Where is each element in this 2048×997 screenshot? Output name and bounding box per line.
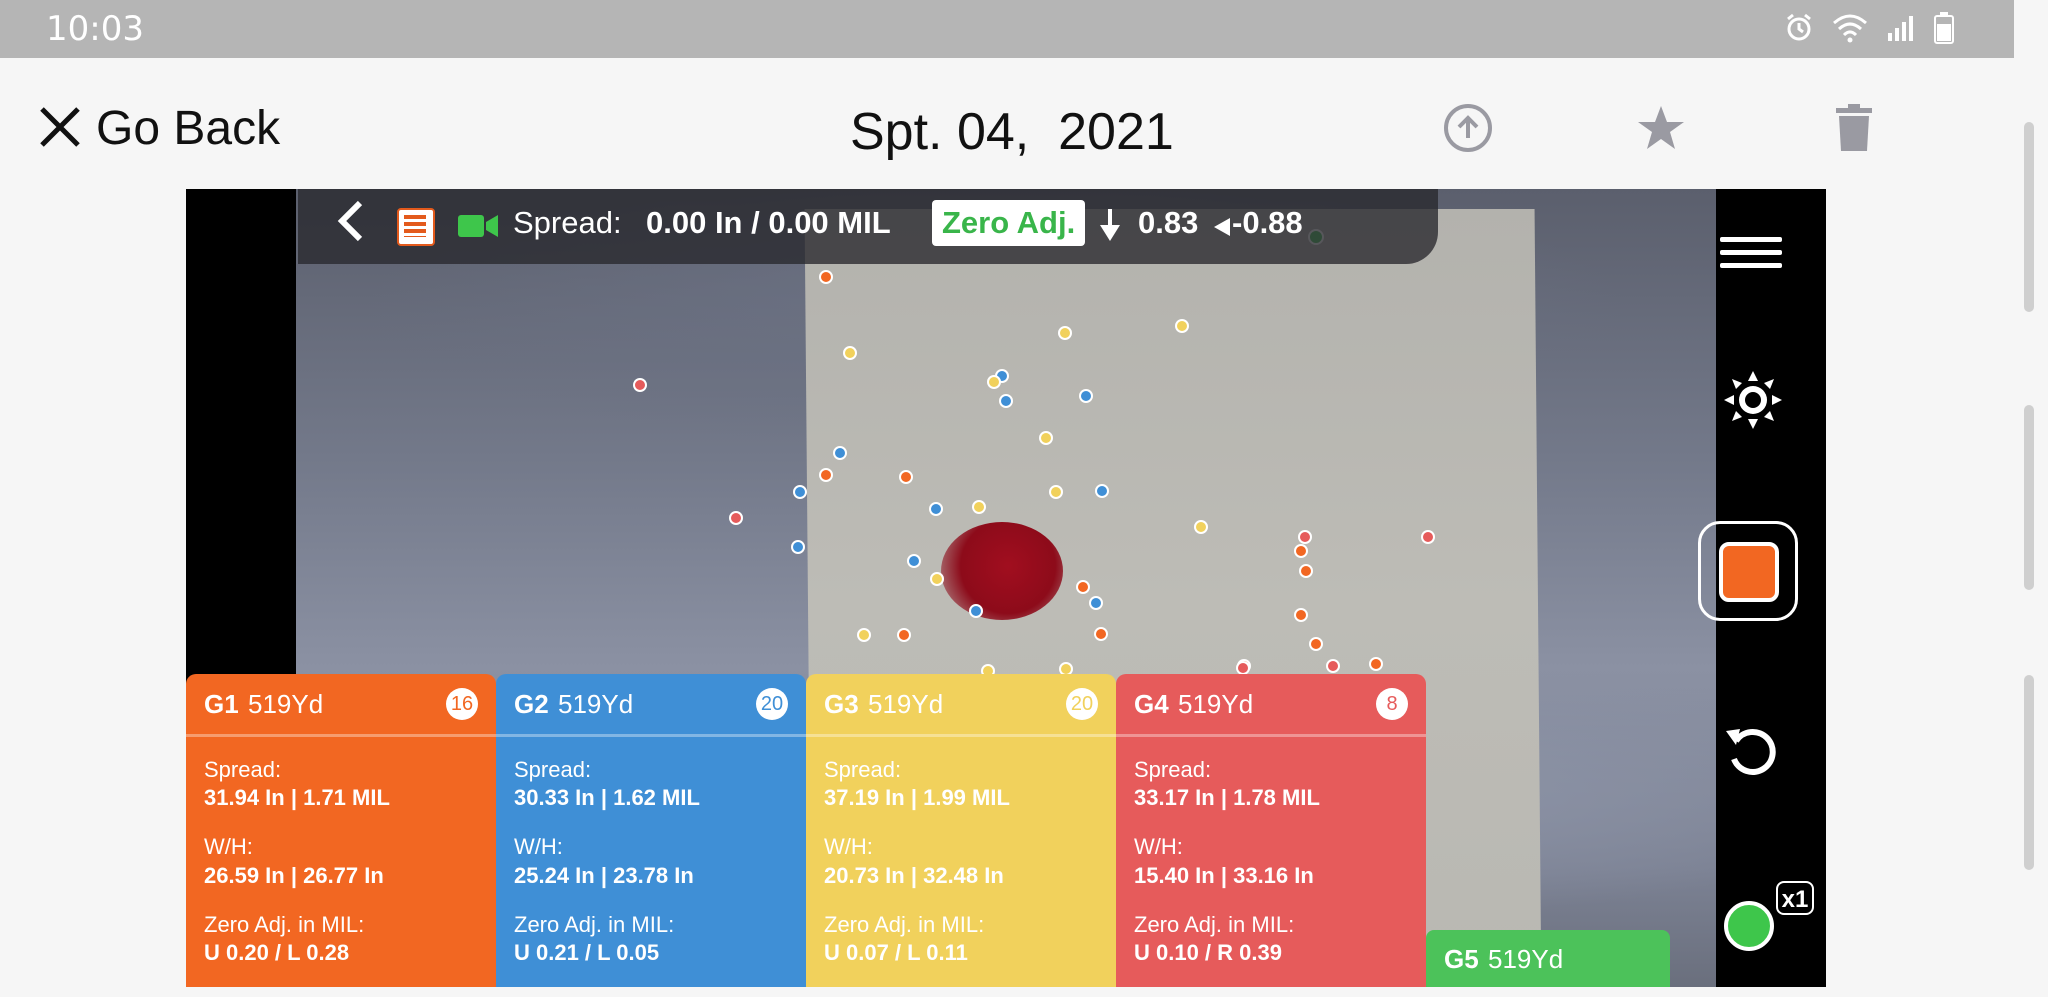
group-distance: 519Yd (248, 689, 324, 719)
app-logo (397, 208, 435, 246)
record-button[interactable] (1698, 521, 1798, 621)
group-card-g2[interactable]: G2 519Yd 20 Spread: 30.33 In | 1.62 MIL … (496, 674, 806, 987)
wh-value: 26.59 In | 26.77 In (204, 863, 384, 888)
wh-label: W/H: (1134, 834, 1183, 859)
scrollbar-thumb-middle[interactable] (2024, 405, 2034, 590)
chevron-left-icon[interactable] (336, 199, 366, 253)
shot-count-badge: 20 (756, 688, 788, 720)
record-icon (1719, 542, 1779, 602)
spread-label: Spread: (204, 757, 282, 782)
group-name: G5 (1444, 944, 1479, 974)
g3-shot-markers (843, 319, 1208, 678)
spread-label: Spread: (514, 757, 592, 782)
upload-icon (1444, 104, 1492, 152)
zero-adj-label: Zero Adj. in MIL: (204, 912, 365, 937)
status-bar: 10:03 (0, 0, 2014, 58)
group-card-header: G4 519Yd 8 (1116, 674, 1426, 737)
spread-label: Spread: (513, 205, 622, 240)
spread-value: 0.00 In / 0.00 MIL (646, 205, 891, 240)
camera-view[interactable]: Spread: 0.00 In / 0.00 MIL Zero Adj. 0.8… (186, 189, 1826, 987)
windage-value: -0.88 (1232, 205, 1303, 240)
zoom-badge[interactable]: x1 (1776, 881, 1814, 915)
status-icons (1784, 12, 1954, 49)
group-card-header: G2 519Yd 20 (496, 674, 806, 737)
battery-icon (1934, 12, 1954, 49)
scrollbar-thumb-bottom[interactable] (2024, 675, 2034, 870)
zero-adj-value: U 0.21 / L 0.05 (514, 940, 660, 965)
menu-icon[interactable] (1720, 229, 1782, 279)
wh-label: W/H: (514, 834, 563, 859)
wh-value: 15.40 In | 33.16 In (1134, 863, 1314, 888)
undo-icon[interactable] (1722, 719, 1784, 781)
brightness-icon[interactable] (1722, 369, 1784, 431)
zero-adj-value: U 0.10 / R 0.39 (1134, 940, 1282, 965)
group-card-header: G3 519Yd 20 (806, 674, 1116, 737)
go-back-label: Go Back (96, 102, 281, 155)
spread-value: 37.19 In | 1.99 MIL (824, 785, 1010, 810)
wh-label: W/H: (204, 834, 253, 859)
zero-adj-label: Zero Adj. in MIL: (514, 912, 675, 937)
group-card-g3[interactable]: G3 519Yd 20 Spread: 37.19 In | 1.99 MIL … (806, 674, 1116, 987)
zero-adj-value: U 0.20 / L 0.28 (204, 940, 350, 965)
g4-shot-markers (633, 378, 1435, 675)
spread-value: 30.33 In | 1.62 MIL (514, 785, 700, 810)
stats-bar: Spread: 0.00 In / 0.00 MIL Zero Adj. 0.8… (298, 189, 1438, 264)
windage-number: 0.88 (1242, 205, 1303, 240)
wifi-icon (1832, 13, 1868, 48)
group-card-header: G1 519Yd 16 (186, 674, 496, 737)
g1-shot-markers (819, 270, 1383, 673)
alarm-icon (1784, 13, 1814, 48)
group-card-g5[interactable]: G5 519Yd (1426, 930, 1670, 987)
page-title-date: Spt. 04, 2021 (850, 103, 1174, 161)
trash-icon (1836, 104, 1872, 151)
signal-icon (1886, 13, 1916, 48)
group-distance: 519Yd (558, 689, 634, 719)
spread-value: 33.17 In | 1.78 MIL (1134, 785, 1320, 810)
app-header: Go Back Spt. 04, 2021 (0, 58, 2014, 188)
group-distance: 519Yd (868, 689, 944, 719)
favorite-button[interactable] (1636, 103, 1686, 153)
zero-adj-label: Zero Adj. in MIL: (824, 912, 985, 937)
group-distance: 519Yd (1488, 944, 1564, 974)
wh-label: W/H: (824, 834, 873, 859)
group-card-g4[interactable]: G4 519Yd 8 Spread: 33.17 In | 1.78 MIL W… (1116, 674, 1426, 987)
shot-count-badge: 16 (446, 688, 478, 720)
group-card-g1[interactable]: G1 519Yd 16 Spread: 31.94 In | 1.71 MIL … (186, 674, 496, 987)
group-name: G3 (824, 689, 859, 719)
upload-button[interactable] (1443, 103, 1493, 153)
wh-value: 20.73 In | 32.48 In (824, 863, 1004, 888)
close-icon (38, 105, 82, 153)
go-back-button[interactable]: Go Back (38, 101, 280, 156)
spread-label: Spread: (824, 757, 902, 782)
spread-label: Spread: (1134, 757, 1212, 782)
delete-button[interactable] (1829, 103, 1879, 153)
zero-adj-button[interactable]: Zero Adj. (932, 200, 1086, 246)
group-distance: 519Yd (1178, 689, 1254, 719)
elevation-value: 0.83 (1138, 205, 1199, 240)
zero-adj-value: U 0.07 / L 0.11 (824, 940, 968, 965)
windage-arrow-icon (1210, 216, 1230, 238)
scrollbar-thumb-top[interactable] (2024, 122, 2034, 312)
spread-value: 31.94 In | 1.71 MIL (204, 785, 390, 810)
shot-count-badge: 20 (1066, 688, 1098, 720)
wh-value: 25.24 In | 23.78 In (514, 863, 694, 888)
active-group-indicator[interactable] (1724, 901, 1774, 951)
star-icon (1638, 106, 1684, 149)
group-name: G1 (204, 689, 239, 719)
status-time: 10:03 (46, 9, 144, 49)
elevation-arrow-icon (1098, 207, 1122, 247)
group-name: G4 (1134, 689, 1169, 719)
shot-count-badge: 8 (1376, 688, 1408, 720)
zero-adj-label: Zero Adj. in MIL: (1134, 912, 1295, 937)
group-name: G2 (514, 689, 549, 719)
video-camera-icon[interactable] (458, 213, 498, 239)
